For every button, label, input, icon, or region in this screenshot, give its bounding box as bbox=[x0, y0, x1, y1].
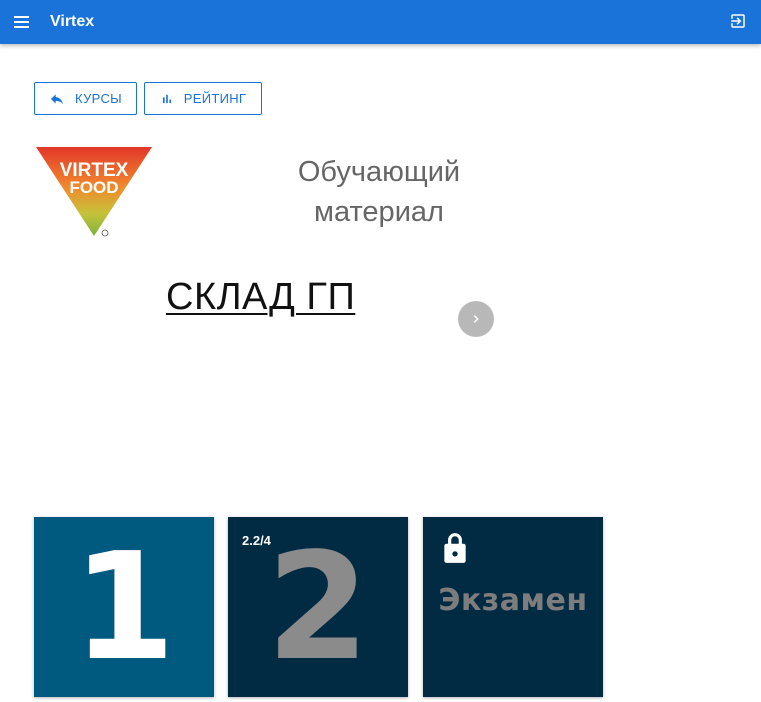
subtitle-line-2: материал bbox=[314, 196, 444, 228]
exam-label: Экзамен bbox=[438, 583, 588, 618]
virtex-food-logo: VIRTEX FOOD bbox=[36, 147, 152, 237]
reply-arrow-icon bbox=[51, 93, 64, 104]
rating-button-label: РЕЙТИНГ bbox=[183, 91, 247, 106]
module-tile-1[interactable]: 1 bbox=[34, 517, 214, 697]
next-slide-button[interactable] bbox=[458, 301, 494, 337]
courses-button-label: КУРСЫ bbox=[75, 91, 122, 106]
app-title: Virtex bbox=[50, 13, 95, 30]
module-progress: 2.2/4 bbox=[242, 533, 271, 548]
lock-icon bbox=[444, 533, 466, 563]
svg-text:FOOD: FOOD bbox=[69, 178, 118, 197]
app-toolbar: Virtex bbox=[0, 0, 761, 44]
hamburger-menu-icon[interactable] bbox=[14, 12, 34, 32]
slide-title[interactable]: СКЛАД ГП bbox=[166, 276, 355, 319]
exam-tile[interactable]: Экзамен bbox=[423, 517, 603, 697]
slide-subtitle: Обучающий материал bbox=[274, 152, 484, 232]
courses-button[interactable]: КУРСЫ bbox=[34, 82, 137, 115]
module-number: 1 bbox=[72, 521, 176, 693]
module-tile-2[interactable]: 2 2.2/4 bbox=[228, 517, 408, 697]
chevron-right-icon bbox=[473, 315, 479, 323]
bar-chart-icon bbox=[162, 94, 171, 103]
logout-icon[interactable] bbox=[729, 12, 747, 30]
rating-button[interactable]: РЕЙТИНГ bbox=[144, 82, 262, 115]
subtitle-line-1: Обучающий bbox=[297, 156, 461, 188]
learning-slide: VIRTEX FOOD Обучающий материал СКЛАД ГП bbox=[34, 140, 514, 500]
